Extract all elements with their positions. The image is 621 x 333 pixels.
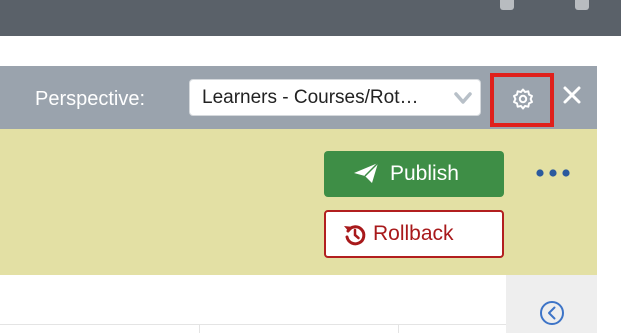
rollback-button[interactable]: Rollback [324, 210, 504, 258]
perspective-value: Learners - Courses/Rot… [202, 87, 419, 108]
side-panel [506, 275, 597, 333]
perspective-label: Perspective: [35, 88, 146, 110]
rollback-label: Rollback [373, 222, 454, 245]
ellipsis-icon[interactable] [535, 168, 571, 178]
grid-column-divider[interactable] [199, 324, 200, 333]
gear-icon[interactable] [511, 87, 535, 111]
perspective-select[interactable]: Learners - Courses/Rot… [189, 79, 481, 116]
paper-plane-icon [354, 162, 379, 183]
chevron-left-circle-icon[interactable] [539, 300, 565, 326]
settings-highlight [490, 73, 554, 127]
grid-column-divider[interactable] [398, 324, 399, 333]
header-icon[interactable] [500, 0, 514, 10]
grid-header-line [0, 324, 506, 325]
publish-button[interactable]: Publish [324, 151, 504, 197]
header-icon[interactable] [575, 0, 589, 10]
chevron-down-icon [454, 92, 472, 104]
publish-label: Publish [390, 162, 459, 185]
close-icon[interactable] [561, 84, 583, 106]
action-bar [0, 129, 597, 275]
history-icon [344, 225, 366, 246]
app-top-bar [0, 0, 621, 36]
